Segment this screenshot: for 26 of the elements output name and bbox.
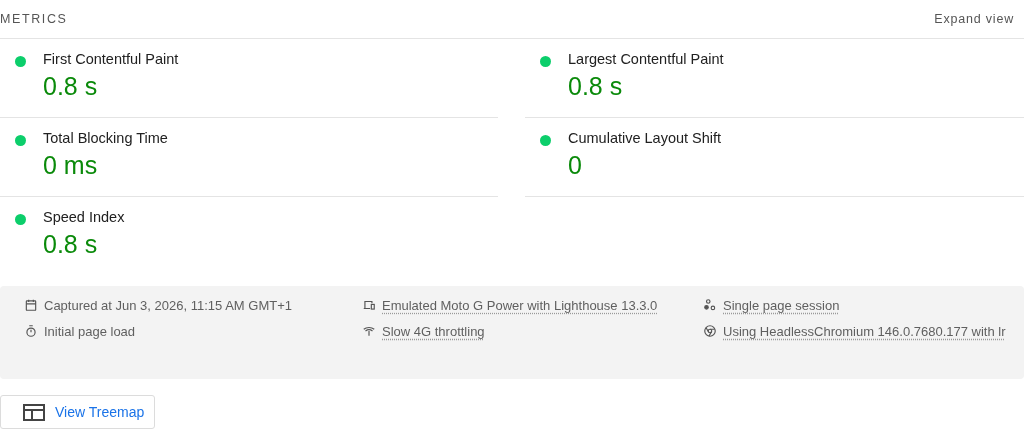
metric-label: First Contentful Paint [43,51,179,67]
circles-icon [703,298,717,312]
signal-icon [362,324,376,338]
settings-text: Initial page load [44,323,136,341]
metric-value: 0.8 s [568,72,623,101]
settings-link[interactable]: Emulated Moto G Power with Lighthouse 13.3.0 [382,296,658,315]
settings-link[interactable]: Using HeadlessChromium 146.0.7680.177 with lr [723,322,1006,341]
view-treemap-button[interactable]: View Treemap [0,395,155,429]
metric-value: 0.8 s [43,230,98,259]
metric-value: 0 [568,151,582,180]
browser-icon [703,324,717,338]
metric-value: 0 ms [43,151,98,180]
expand-view-toggle[interactable]: Expand view [934,12,1014,26]
devices-icon [362,298,376,312]
settings-link[interactable]: Slow 4G throttling [382,322,485,341]
settings-text: Captured at Jun 3, 2026, 11:15 AM GMT+1 [44,297,292,315]
layout-icon [23,403,45,421]
stopwatch-icon [24,324,38,338]
settings-link[interactable]: Single page session [723,296,840,315]
metric-label: Largest Contentful Paint [568,51,724,67]
metric-label: Cumulative Layout Shift [568,130,722,146]
metric-label: Total Blocking Time [43,130,168,146]
calendar-icon [24,298,38,312]
metric-label: Speed Index [43,209,125,225]
section-title: METRICS [0,12,68,26]
metric-value: 0.8 s [43,72,98,101]
